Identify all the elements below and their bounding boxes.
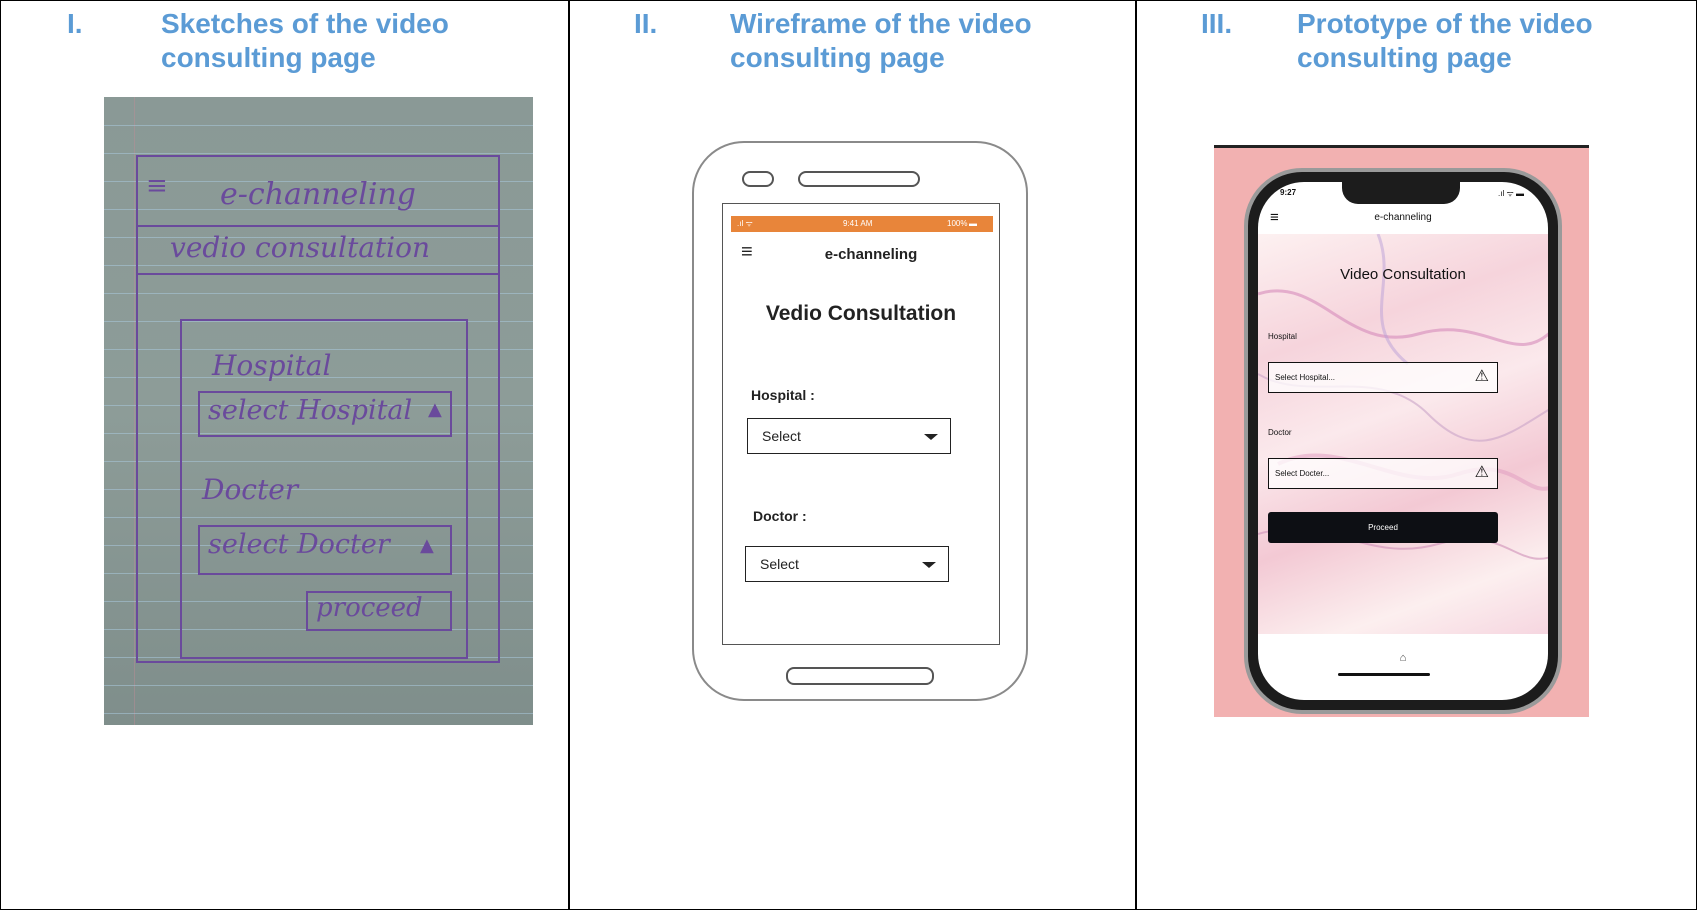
sketch-photo: ≡ e-channeling vedio consultation Hospit… <box>104 97 533 725</box>
app-title: e-channeling <box>1374 212 1432 223</box>
wireframe-column: II. Wireframe of the video consulting pa… <box>568 1 1135 909</box>
status-bar: .ıl ᯤ 9:41 AM 100% ▬ <box>731 216 993 232</box>
column-numeral: II. <box>634 8 658 39</box>
wireframe-screen: .ıl ᯤ 9:41 AM 100% ▬ ≡ e-channeling Vedi… <box>722 203 1000 645</box>
wireframe-phone: .ıl ᯤ 9:41 AM 100% ▬ ≡ e-channeling Vedi… <box>692 141 1028 701</box>
page-title: Video Consultation <box>1340 266 1466 283</box>
prototype-phone: 9:27 .ıl ᯤ ▬ ≡ e-channeling Video Consul… <box>1244 168 1562 714</box>
sketch-header-divider <box>136 225 500 227</box>
marble-background <box>1258 234 1548 634</box>
prototype-mockup: 9:27 .ıl ᯤ ▬ ≡ e-channeling Video Consul… <box>1214 145 1589 717</box>
prototype-column: III. Prototype of the video consulting p… <box>1135 1 1696 909</box>
hospital-select[interactable]: Select Hospital... ⚠ <box>1268 362 1498 393</box>
doctor-select-placeholder: Select Docter... <box>1275 469 1330 478</box>
ruled-line <box>104 125 533 126</box>
sketch-heading: vedio consultation <box>170 231 430 264</box>
column-numeral: III. <box>1201 8 1233 39</box>
status-time: 9:27 <box>1280 188 1297 197</box>
camera-icon <box>742 171 774 187</box>
doctor-select[interactable]: Select <box>745 546 949 582</box>
doctor-label: Doctor <box>1268 428 1292 437</box>
page-title: Vedio Consultation <box>765 302 957 325</box>
home-icon[interactable]: ⌂ <box>1258 652 1548 664</box>
sketch-title-divider <box>136 273 500 275</box>
app-title: e-channeling <box>824 246 918 263</box>
doctor-select[interactable]: Select Docter... ⚠ <box>1268 458 1498 489</box>
ruled-line <box>104 713 533 714</box>
ruled-line <box>104 153 533 154</box>
proceed-button[interactable]: Proceed <box>1268 512 1498 543</box>
hospital-label: Hospital <box>1268 332 1297 341</box>
doctor-select-value: Select <box>760 556 799 572</box>
sketch-doctor-label: Docter <box>202 473 299 506</box>
doctor-label: Doctor : <box>753 508 807 524</box>
hospital-label: Hospital : <box>751 387 815 403</box>
sketch-app-title: e-channeling <box>220 177 417 212</box>
chevron-down-icon <box>924 434 938 440</box>
home-indicator-bar[interactable] <box>1338 673 1430 676</box>
speaker-icon <box>798 171 920 187</box>
sketch-doctor-arrow-icon: ▲ <box>420 535 434 556</box>
sketch-hospital-arrow-icon: ▲ <box>428 399 442 420</box>
home-button[interactable] <box>786 667 934 685</box>
sketch-menu-icon: ≡ <box>146 171 168 201</box>
sketch-proceed-text: proceed <box>316 593 423 623</box>
sketch-doctor-select-text: select Docter <box>208 529 390 560</box>
status-battery: 100% <box>947 219 968 228</box>
signal-icon: .ıl ᯤ <box>737 219 753 228</box>
column-title: Wireframe of the video consulting page <box>730 8 1032 73</box>
prototype-screen: 9:27 .ıl ᯤ ▬ ≡ e-channeling Video Consul… <box>1258 182 1548 700</box>
marble-veins <box>1258 234 1548 560</box>
hospital-select-placeholder: Select Hospital... <box>1275 373 1336 382</box>
column-numeral: I. <box>67 8 83 39</box>
sketch-hospital-label: Hospital <box>212 349 332 382</box>
signal-wifi-battery-icon: .ıl ᯤ ▬ <box>1498 189 1524 198</box>
hospital-select-value: Select <box>762 428 801 444</box>
sketch-column: I. Sketches of the video consulting page <box>1 1 568 909</box>
column-title: Prototype of the video consulting page <box>1297 8 1593 73</box>
battery-icon: ▬ <box>969 219 977 228</box>
ruled-line <box>104 685 533 686</box>
sketch-hospital-select-text: select Hospital <box>208 395 413 426</box>
warning-triangle-icon: ⚠ <box>1474 464 1489 481</box>
comparison-table: I. Sketches of the video consulting page <box>0 0 1697 910</box>
hospital-select[interactable]: Select <box>747 418 951 454</box>
warning-triangle-icon: ⚠ <box>1474 368 1489 385</box>
paper-margin-line <box>134 97 135 725</box>
status-time: 9:41 AM <box>843 219 873 228</box>
chevron-down-icon <box>922 562 936 568</box>
phone-notch <box>1342 182 1460 204</box>
column-title: Sketches of the video consulting page <box>161 8 449 73</box>
